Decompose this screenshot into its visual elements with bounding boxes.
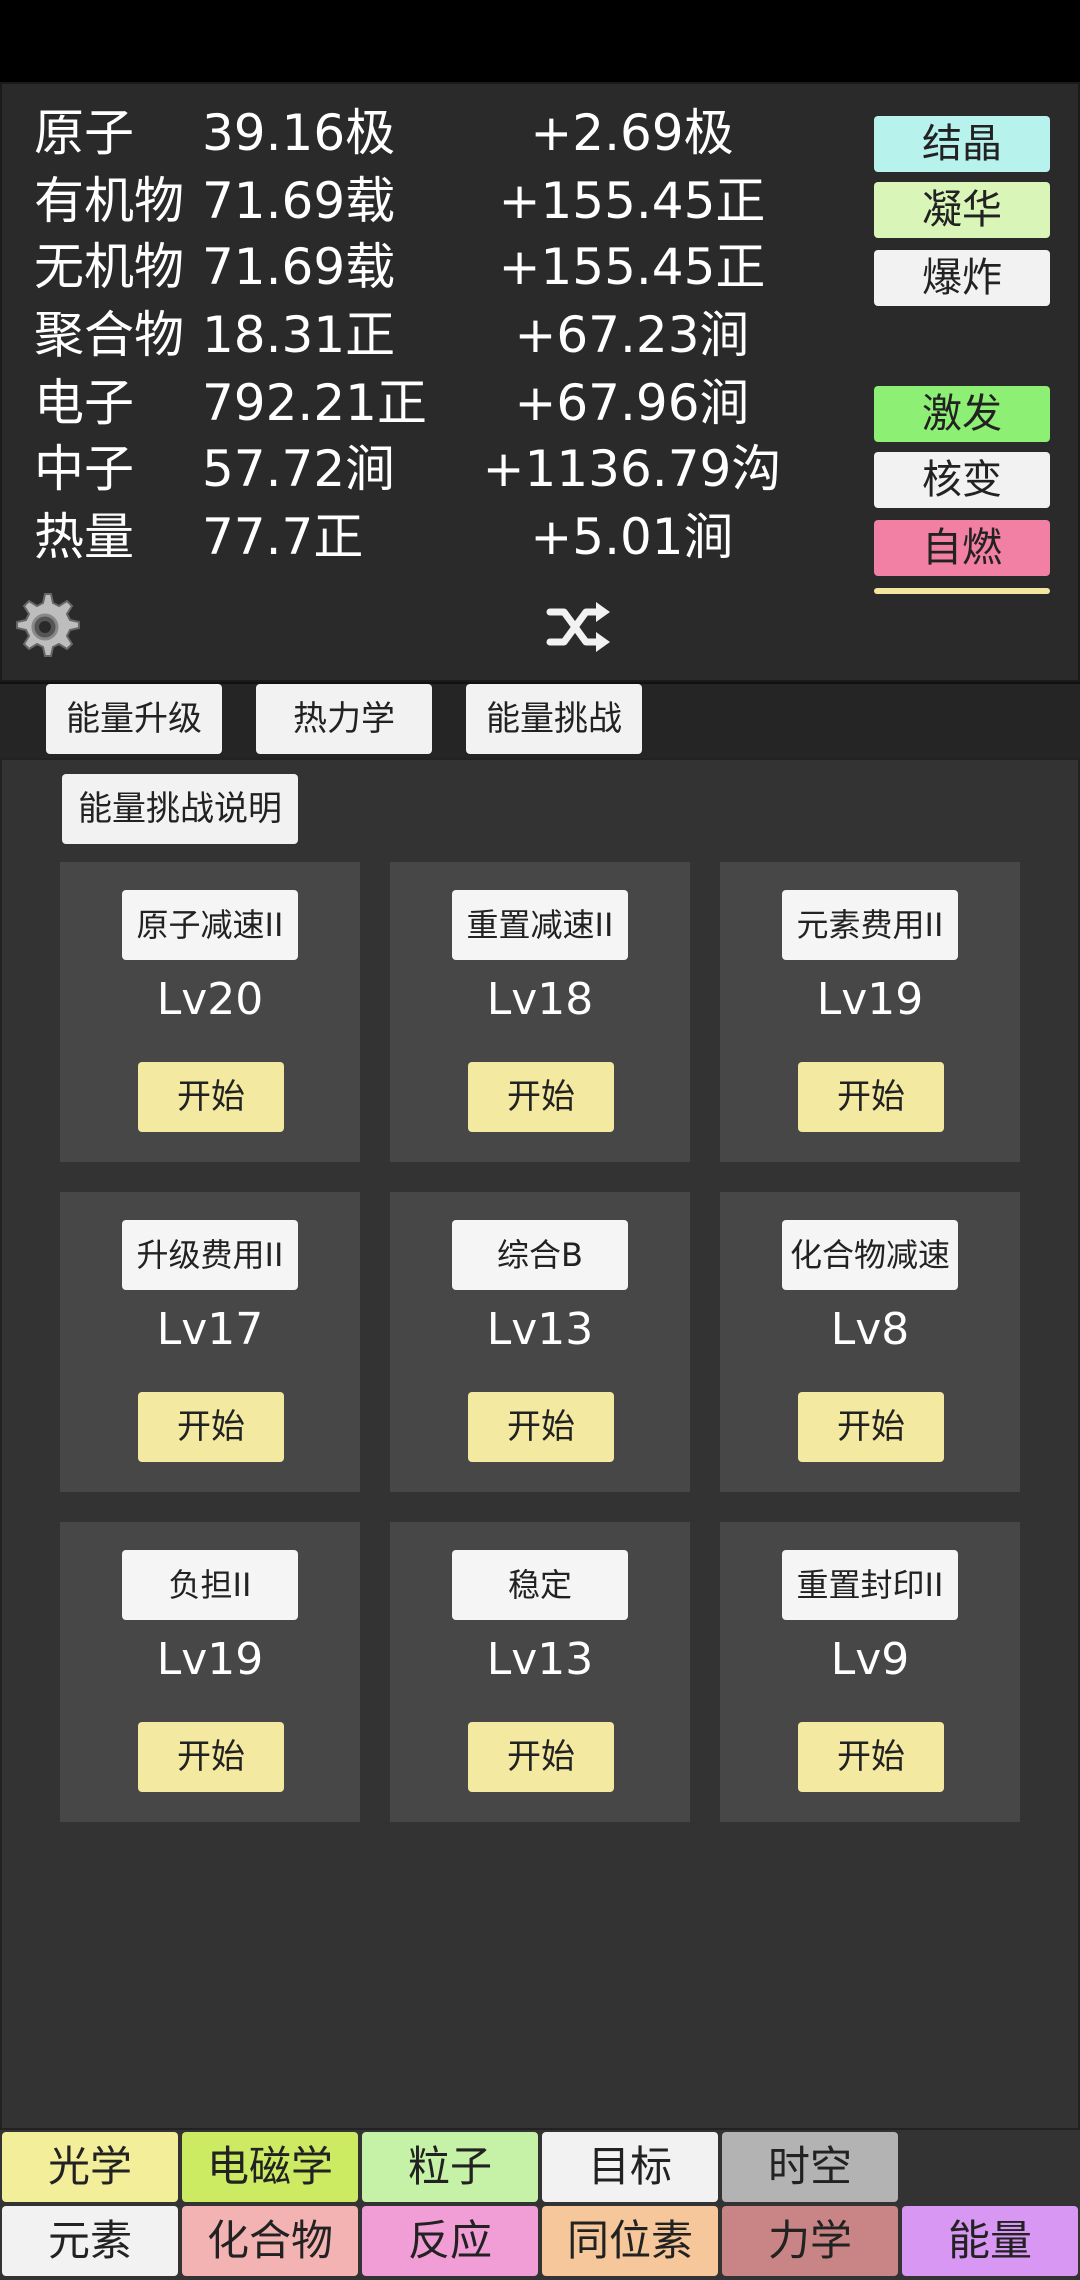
nav-electromagnetism[interactable]: 电磁学 [182,2132,358,2202]
excite-button[interactable]: 激发 [874,386,1050,442]
challenge-start-button[interactable]: 开始 [798,1392,944,1462]
resource-amount: 792.21正 [202,374,427,432]
nav-optics[interactable]: 光学 [2,2132,178,2202]
resource-amount: 71.69载 [202,172,396,230]
challenge-start-button[interactable]: 开始 [798,1722,944,1792]
resource-name: 热量 [34,508,134,566]
challenge-level: Lv13 [486,1304,594,1355]
nav-mechanics[interactable]: 力学 [722,2206,898,2276]
action-button-partial[interactable] [874,588,1050,594]
resource-amount: 57.72涧 [202,440,396,498]
challenge-start-button[interactable]: 开始 [138,1722,284,1792]
nav-energy[interactable]: 能量 [902,2206,1078,2276]
challenge-title-button[interactable]: 负担II [122,1550,298,1620]
resource-amount: 77.7正 [202,508,364,566]
challenge-card: 重置封印II Lv9 开始 [720,1522,1020,1822]
deposition-button[interactable]: 凝华 [874,182,1050,238]
challenge-level: Lv13 [486,1634,594,1685]
challenge-level: Lv20 [156,974,264,1025]
challenge-title-button[interactable]: 升级费用II [122,1220,298,1290]
challenge-title-button[interactable]: 综合B [452,1220,628,1290]
challenge-level: Lv9 [830,1634,910,1685]
challenge-start-button[interactable]: 开始 [468,1392,614,1462]
challenge-title-button[interactable]: 重置封印II [782,1550,958,1620]
nav-particles[interactable]: 粒子 [362,2132,538,2202]
resource-rate: +67.96涧 [514,374,750,432]
shuffle-icon[interactable] [544,598,614,658]
tab-energy-upgrade[interactable]: 能量升级 [46,684,222,754]
challenge-title-button[interactable]: 原子减速II [122,890,298,960]
challenge-start-button[interactable]: 开始 [468,1062,614,1132]
challenge-level: Lv19 [816,974,924,1025]
resource-amount: 39.16极 [202,104,396,162]
challenge-help-button[interactable]: 能量挑战说明 [62,774,298,844]
challenge-start-button[interactable]: 开始 [138,1392,284,1462]
nav-compounds[interactable]: 化合物 [182,2206,358,2276]
nav-isotopes[interactable]: 同位素 [542,2206,718,2276]
nav-spacetime[interactable]: 时空 [722,2132,898,2202]
resource-rate: +2.69极 [530,104,734,162]
resource-amount: 71.69载 [202,238,396,296]
resource-amount: 18.31正 [202,306,396,364]
resource-name: 有机物 [34,172,184,230]
challenge-level: Lv18 [486,974,594,1025]
resource-name: 聚合物 [34,306,184,364]
nav-goals[interactable]: 目标 [542,2132,718,2202]
challenge-start-button[interactable]: 开始 [138,1062,284,1132]
challenge-card: 升级费用II Lv17 开始 [60,1192,360,1492]
crystallize-button[interactable]: 结晶 [874,116,1050,172]
resource-row-polymer: 聚合物 18.31正 +67.23涧 [2,302,1080,368]
challenge-start-button[interactable]: 开始 [798,1062,944,1132]
resource-rate: +67.23涧 [514,306,750,364]
nav-elements[interactable]: 元素 [2,2206,178,2276]
challenge-card: 原子减速II Lv20 开始 [60,862,360,1162]
resource-name: 无机物 [34,238,184,296]
challenge-card: 重置减速II Lv18 开始 [390,862,690,1162]
resource-name: 中子 [34,440,134,498]
tab-energy-challenge[interactable]: 能量挑战 [466,684,642,754]
nuclear-change-button[interactable]: 核变 [874,452,1050,508]
challenge-title-button[interactable]: 元素费用II [782,890,958,960]
challenge-level: Lv17 [156,1304,264,1355]
spontaneous-combustion-button[interactable]: 自燃 [874,520,1050,576]
explode-button[interactable]: 爆炸 [874,250,1050,306]
resource-name: 电子 [34,374,134,432]
nav-reactions[interactable]: 反应 [362,2206,538,2276]
resource-rate: +155.45正 [498,238,766,296]
resource-rate: +5.01涧 [530,508,734,566]
challenge-title-button[interactable]: 稳定 [452,1550,628,1620]
resource-panel: 原子 39.16极 +2.69极 有机物 71.69载 +155.45正 无机物… [0,82,1080,682]
challenge-card: 稳定 Lv13 开始 [390,1522,690,1822]
challenge-card: 负担II Lv19 开始 [60,1522,360,1822]
challenge-title-button[interactable]: 化合物减速 [782,1220,958,1290]
resource-rate: +1136.79沟 [482,440,782,498]
challenge-card: 综合B Lv13 开始 [390,1192,690,1492]
challenge-card: 元素费用II Lv19 开始 [720,862,1020,1162]
challenge-level: Lv19 [156,1634,264,1685]
challenge-level: Lv8 [830,1304,910,1355]
challenge-title-button[interactable]: 重置减速II [452,890,628,960]
challenge-card: 化合物减速 Lv8 开始 [720,1192,1020,1492]
status-bar [0,0,1080,82]
resource-rate: +155.45正 [498,172,766,230]
challenge-start-button[interactable]: 开始 [468,1722,614,1792]
gear-icon[interactable] [8,590,82,664]
resource-name: 原子 [34,104,134,162]
tab-thermodynamics[interactable]: 热力学 [256,684,432,754]
